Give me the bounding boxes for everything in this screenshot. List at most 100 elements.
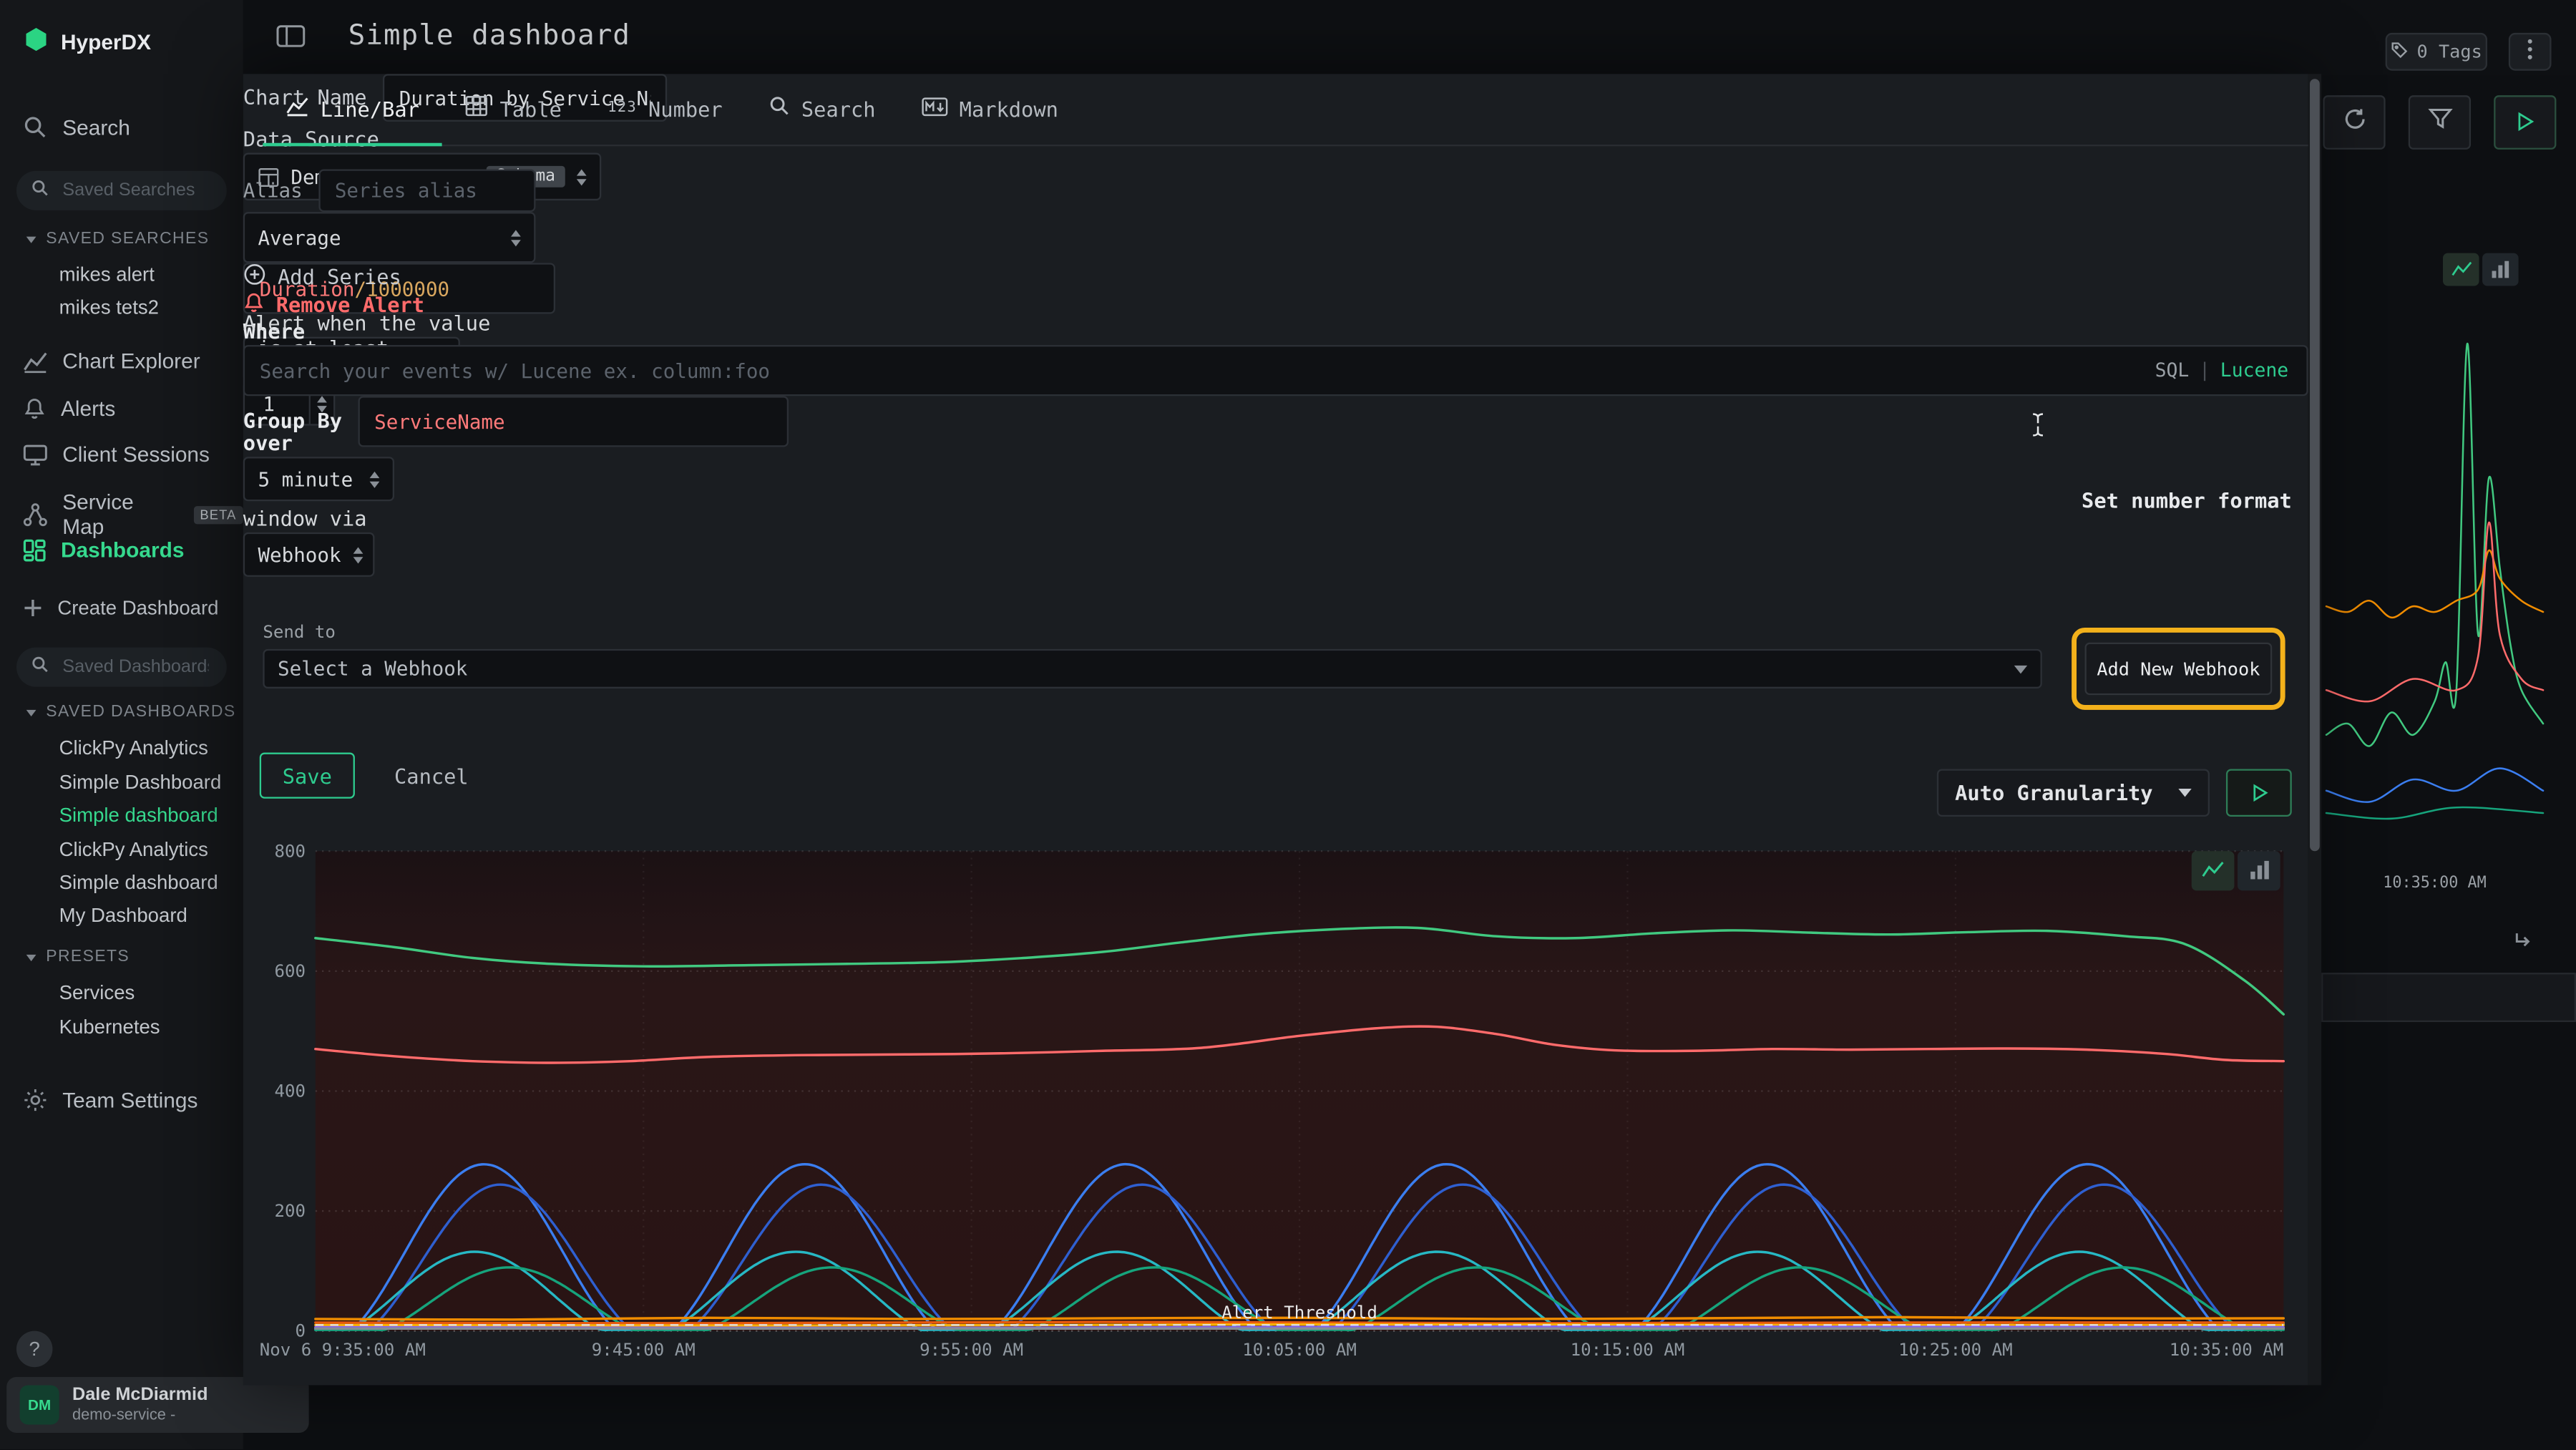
bar-chart-toggle[interactable] (2238, 851, 2280, 890)
sidebar-item-label: Client Sessions (62, 442, 210, 467)
dots-vertical-icon (2527, 38, 2533, 66)
create-dashboard-button[interactable]: Create Dashboard (23, 596, 218, 619)
add-series-button[interactable]: Add Series (243, 263, 2308, 291)
more-menu-button[interactable] (2509, 33, 2552, 71)
aggregation-value: Average (258, 226, 499, 249)
saved-dashboards-input[interactable] (59, 656, 213, 678)
svg-text:400: 400 (275, 1081, 306, 1101)
chevron-down-icon (26, 709, 36, 716)
cancel-button[interactable]: Cancel (381, 753, 482, 799)
create-dashboard-label: Create Dashboard (57, 596, 218, 619)
alias-input[interactable] (318, 169, 535, 212)
window-via-label: window via (243, 506, 367, 530)
sidebar-item-dashboards[interactable]: Dashboards (23, 537, 184, 562)
bar-chart-icon (2248, 855, 2270, 887)
markdown-icon (922, 96, 948, 120)
user-subtitle: demo-service - (72, 1406, 208, 1425)
service-map-icon (23, 502, 47, 526)
bar-chart-toggle[interactable] (2482, 253, 2519, 286)
dashboard-item[interactable]: My Dashboard (59, 904, 187, 927)
gear-icon (23, 1088, 47, 1112)
tab-table[interactable]: Table (442, 74, 585, 146)
monitor-icon (23, 443, 47, 466)
line-chart-toggle[interactable] (2192, 851, 2235, 890)
refresh-icon (2342, 107, 2366, 138)
aggregation-select[interactable]: Average (243, 212, 536, 263)
group-by-input[interactable] (358, 396, 789, 447)
run-query-button[interactable] (2494, 95, 2556, 150)
text-cursor (2031, 412, 2046, 444)
background-chart-time-label: 10:35:00 AM (2323, 874, 2546, 892)
webhook-select[interactable]: Select a Webhook (263, 649, 2041, 688)
add-series-label: Add Series (278, 265, 401, 289)
sidebar-item-service-map[interactable]: Service Map BETA (23, 490, 243, 539)
svg-text:0: 0 (296, 1321, 306, 1341)
tab-number[interactable]: 123 Number (585, 74, 746, 146)
sidebar-item-label: Dashboards (61, 537, 185, 562)
tab-label: Table (499, 96, 561, 120)
svg-text:10:25:00 AM: 10:25:00 AM (1898, 1340, 2013, 1360)
lucene-toggle[interactable]: Lucene (2220, 359, 2288, 381)
sidebar-item-search[interactable]: Search (23, 115, 130, 140)
tab-line-bar[interactable]: Line/Bar (263, 74, 442, 146)
sql-toggle[interactable]: SQL (2155, 359, 2190, 381)
sidebar-item-chart-explorer[interactable]: Chart Explorer (23, 349, 200, 373)
saved-searches-searchbox[interactable] (16, 171, 227, 210)
dashboard-item-active[interactable]: Simple dashboard (59, 804, 218, 827)
alert-window-select[interactable]: 5 minute (243, 457, 394, 501)
corner-arrow-icon (2514, 927, 2534, 958)
run-chart-button[interactable] (2226, 769, 2292, 817)
saved-searches-input[interactable] (59, 179, 213, 202)
query-language-toggle[interactable]: SQL | Lucene (2155, 359, 2289, 381)
send-to-label: Send to (263, 623, 336, 643)
app-window: Simple dashboard 0 Tags 10:35:00 AM (0, 0, 2576, 1449)
dashboard-item[interactable]: ClickPy Analytics (59, 736, 208, 759)
dashboard-item[interactable]: Simple Dashboard (59, 771, 222, 794)
saved-dashboards-searchbox[interactable] (16, 648, 227, 687)
hyperdx-logo-icon (23, 26, 49, 58)
sidebar-item-team-settings[interactable]: Team Settings (23, 1088, 197, 1112)
svg-text:600: 600 (275, 961, 306, 981)
brand[interactable]: HyperDX (23, 26, 151, 58)
sidebar-item-label: Search (62, 115, 130, 140)
scrollbar-thumb[interactable] (2310, 79, 2320, 851)
select-chevrons-icon (370, 471, 380, 487)
add-new-webhook-button[interactable]: Add New Webhook (2084, 643, 2272, 695)
brand-name: HyperDX (61, 29, 151, 54)
sidebar-item-label: Alerts (61, 396, 115, 420)
preset-item[interactable]: Services (59, 981, 135, 1004)
sidebar-item-client-sessions[interactable]: Client Sessions (23, 442, 210, 467)
sidebar-collapse-icon[interactable] (276, 23, 306, 56)
tab-search[interactable]: Search (746, 74, 899, 146)
alert-channel-select[interactable]: Webhook (243, 532, 375, 577)
background-chart (2323, 289, 2546, 867)
user-menu[interactable]: DM Dale McDiarmid demo-service - (6, 1377, 308, 1433)
saved-search-item[interactable]: mikes tets2 (59, 296, 159, 318)
table-icon (465, 95, 488, 122)
save-button[interactable]: Save (260, 753, 355, 799)
dashboard-item[interactable]: ClickPy Analytics (59, 838, 208, 861)
saved-dashboards-section[interactable]: SAVED DASHBOARDS (26, 704, 236, 721)
granularity-select[interactable]: Auto Granularity (1937, 769, 2210, 817)
tags-button[interactable]: 0 Tags (2386, 33, 2487, 71)
saved-search-item[interactable]: mikes alert (59, 263, 155, 286)
tab-label: Search (801, 96, 876, 120)
dashboard-item[interactable]: Simple dashboard (59, 871, 218, 894)
search-icon (23, 115, 47, 140)
section-label: SAVED SEARCHES (46, 230, 209, 248)
tab-markdown[interactable]: Markdown (899, 74, 1081, 146)
preview-chart[interactable]: Alert Threshold0200400600800Nov 6 9:35:0… (256, 842, 2293, 1371)
saved-searches-section[interactable]: SAVED SEARCHES (26, 230, 210, 248)
line-chart-toggle[interactable] (2443, 253, 2479, 286)
preset-item[interactable]: Kubernetes (59, 1016, 160, 1038)
set-number-format-button[interactable]: Set number format (2082, 488, 2292, 512)
filter-button[interactable] (2409, 95, 2471, 150)
where-input[interactable] (243, 345, 2308, 396)
user-name: Dale McDiarmid (72, 1385, 208, 1406)
refresh-button[interactable] (2323, 95, 2385, 150)
search-icon (31, 176, 49, 205)
bar-chart-icon (2491, 254, 2511, 286)
sidebar-item-alerts[interactable]: Alerts (23, 396, 115, 420)
presets-section[interactable]: PRESETS (26, 948, 130, 966)
help-button[interactable]: ? (16, 1331, 53, 1368)
